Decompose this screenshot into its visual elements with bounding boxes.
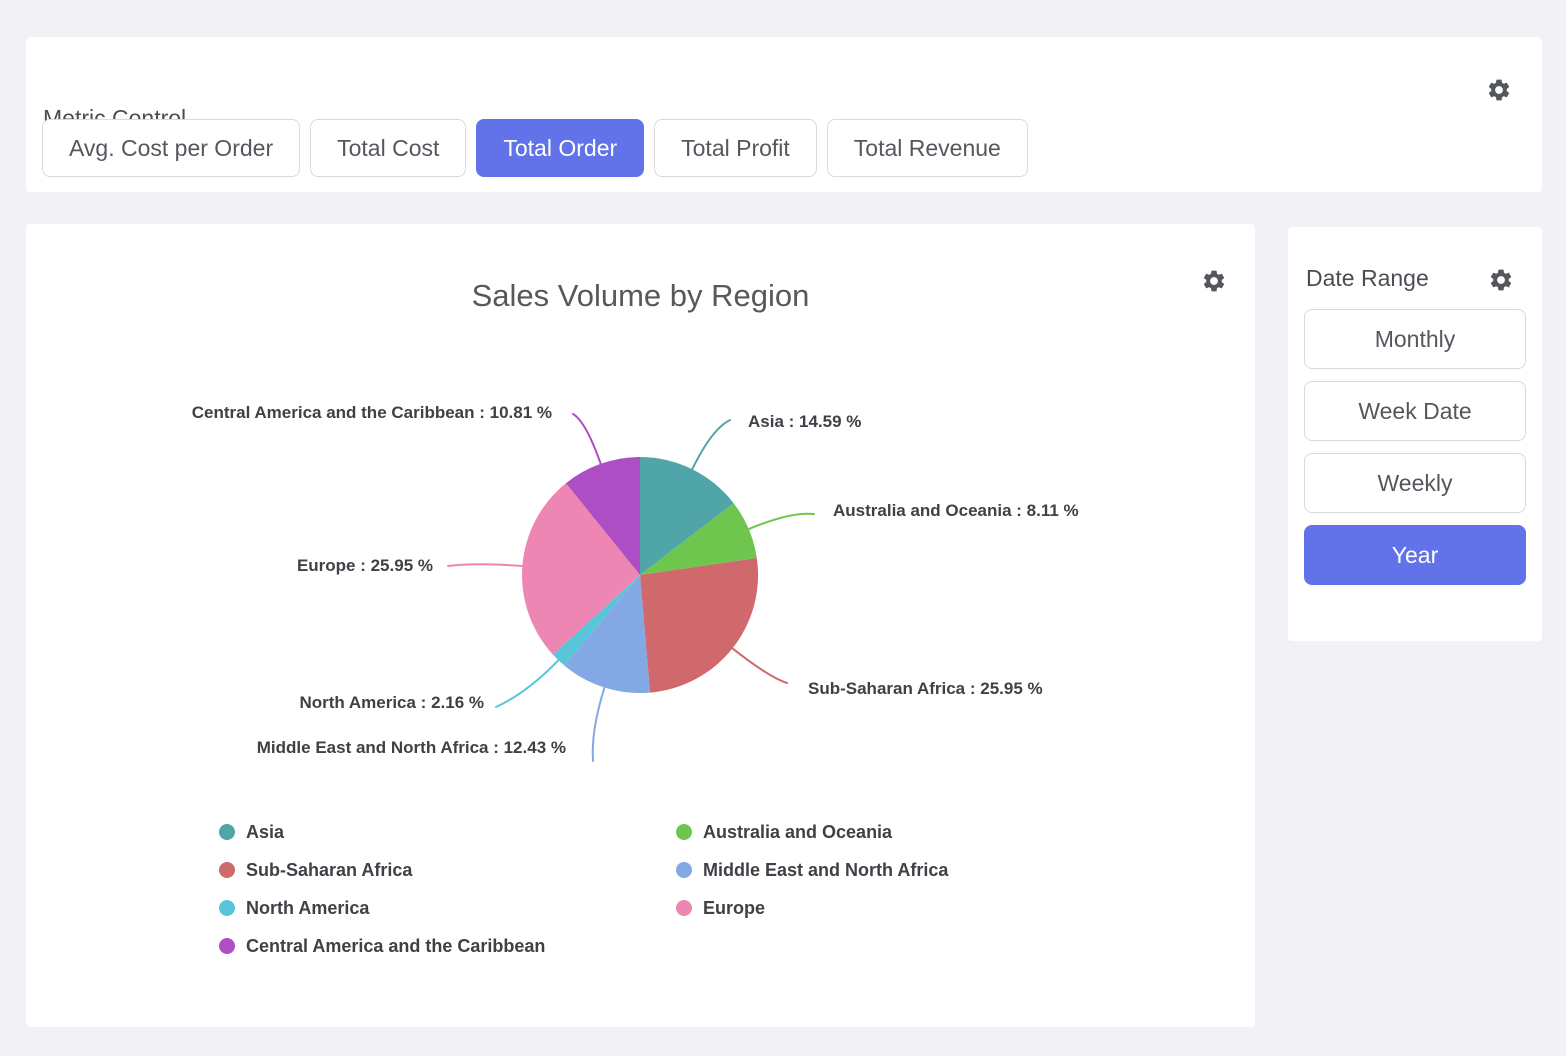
legend-label: North America	[246, 898, 369, 919]
legend-item-asia[interactable]: Asia	[219, 822, 676, 843]
date-range-panel: Date Range Monthly Week Date Weekly Year	[1288, 227, 1542, 641]
pie-label-line-central-america-and-the-caribbean	[573, 414, 601, 464]
pie-label-middle-east-and-north-africa: Middle East and North Africa : 12.43 %	[257, 738, 566, 757]
pie-label-line-australia-and-oceania	[749, 514, 814, 529]
legend-item-middle-east-and-north-africa[interactable]: Middle East and North Africa	[676, 860, 948, 881]
metric-button-group: Avg. Cost per OrderTotal CostTotal Order…	[42, 119, 1028, 177]
date-button-week-date[interactable]: Week Date	[1304, 381, 1526, 441]
legend-item-central-america-and-the-caribbean[interactable]: Central America and the Caribbean	[219, 936, 676, 957]
legend-dot-icon	[219, 824, 235, 840]
pie-label-asia: Asia : 14.59 %	[748, 412, 861, 431]
legend-dot-icon	[676, 824, 692, 840]
pie-label-line-asia	[692, 420, 730, 469]
legend-dot-icon	[219, 862, 235, 878]
legend-item-north-america[interactable]: North America	[219, 898, 676, 919]
pie-label-line-north-america	[496, 660, 558, 707]
legend-item-australia-and-oceania[interactable]: Australia and Oceania	[676, 822, 948, 843]
pie-label-line-europe	[448, 564, 522, 566]
legend-dot-icon	[219, 938, 235, 954]
pie-label-line-sub-saharan-africa	[732, 648, 787, 683]
date-button-weekly[interactable]: Weekly	[1304, 453, 1526, 513]
pie-label-north-america: North America : 2.16 %	[299, 693, 484, 712]
legend-item-europe[interactable]: Europe	[676, 898, 948, 919]
date-range-title: Date Range	[1306, 267, 1429, 290]
metric-button-total-cost[interactable]: Total Cost	[310, 119, 466, 177]
metric-button-avg-cost-per-order[interactable]: Avg. Cost per Order	[42, 119, 300, 177]
legend-label: Central America and the Caribbean	[246, 936, 545, 957]
settings-gear-icon[interactable]	[1488, 267, 1514, 293]
metric-button-total-profit[interactable]: Total Profit	[654, 119, 817, 177]
pie-label-australia-and-oceania: Australia and Oceania : 8.11 %	[833, 501, 1079, 520]
legend-label: Middle East and North Africa	[703, 860, 948, 881]
pie-slice-sub-saharan-africa[interactable]	[640, 558, 758, 693]
pie-label-sub-saharan-africa: Sub-Saharan Africa : 25.95 %	[808, 679, 1043, 698]
date-range-button-group: Monthly Week Date Weekly Year	[1304, 309, 1526, 585]
settings-gear-icon[interactable]	[1486, 77, 1512, 103]
legend-label: Australia and Oceania	[703, 822, 892, 843]
legend-item-sub-saharan-africa[interactable]: Sub-Saharan Africa	[219, 860, 676, 881]
pie-label-line-middle-east-and-north-africa	[593, 688, 605, 762]
metric-button-total-revenue[interactable]: Total Revenue	[827, 119, 1028, 177]
legend-dot-icon	[219, 900, 235, 916]
date-button-monthly[interactable]: Monthly	[1304, 309, 1526, 369]
metric-button-total-order[interactable]: Total Order	[476, 119, 644, 177]
legend-label: Asia	[246, 822, 284, 843]
legend-dot-icon	[676, 862, 692, 878]
legend-label: Sub-Saharan Africa	[246, 860, 412, 881]
pie-label-europe: Europe : 25.95 %	[297, 556, 433, 575]
chart-legend: Asia Australia and Oceania Sub-Saharan Afr…	[219, 813, 948, 965]
legend-label: Europe	[703, 898, 765, 919]
sales-volume-chart-panel: Sales Volume by Region Asia : 14.59 %Aus…	[26, 224, 1255, 1027]
legend-dot-icon	[676, 900, 692, 916]
date-button-year[interactable]: Year	[1304, 525, 1526, 585]
metric-control-panel: Metric Control Avg. Cost per OrderTotal …	[26, 37, 1542, 192]
pie-label-central-america-and-the-caribbean: Central America and the Caribbean : 10.8…	[192, 403, 552, 422]
